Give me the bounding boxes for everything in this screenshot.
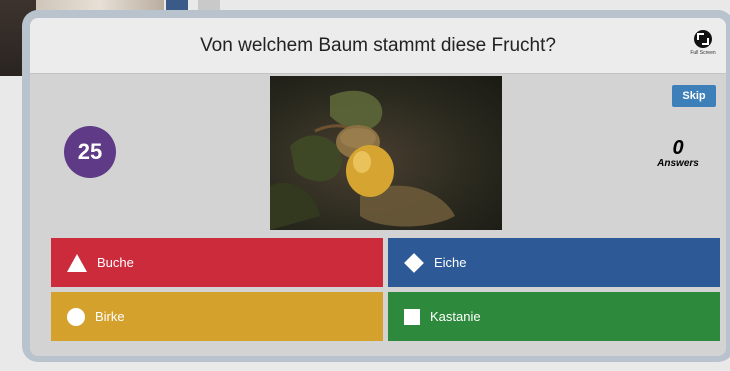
answer-label: Birke	[95, 309, 125, 324]
background-photo	[198, 0, 220, 10]
fullscreen-label: Full Screen	[690, 50, 716, 56]
answer-option-2[interactable]: Eiche	[388, 238, 720, 287]
answer-option-3[interactable]: Birke	[51, 292, 383, 341]
answer-option-1[interactable]: Buche	[51, 238, 383, 287]
fullscreen-button[interactable]: Full Screen	[688, 30, 718, 56]
answers-label: Answers	[657, 158, 699, 169]
answers-count: 0	[672, 137, 684, 159]
answer-label: Buche	[97, 255, 134, 270]
quiz-slide: Von welchem Baum stammt diese Frucht? Fu…	[30, 18, 726, 356]
fullscreen-icon	[694, 30, 712, 48]
square-icon	[404, 308, 420, 325]
acorn-image	[270, 90, 455, 230]
circle-icon	[67, 307, 85, 326]
triangle-icon	[67, 253, 87, 272]
timer-badge: 25	[64, 126, 116, 178]
question-text: Von welchem Baum stammt diese Frucht?	[200, 35, 556, 56]
answer-label: Eiche	[434, 255, 467, 270]
answer-option-4[interactable]: Kastanie	[388, 292, 720, 341]
answer-label: Kastanie	[430, 309, 481, 324]
question-image	[270, 76, 502, 230]
diamond-icon	[404, 253, 424, 273]
answers-counter: 0 Answers	[648, 138, 708, 169]
skip-button[interactable]: Skip	[672, 85, 716, 107]
question-header: Von welchem Baum stammt diese Frucht? Fu…	[30, 18, 726, 74]
